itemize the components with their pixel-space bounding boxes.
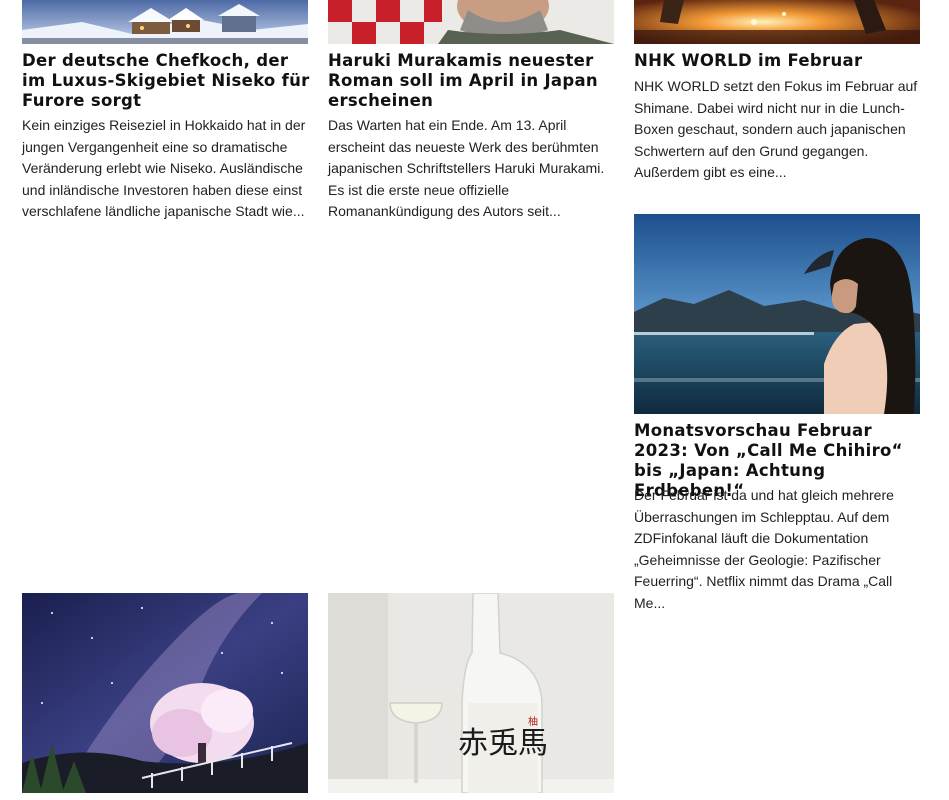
- article-title[interactable]: NHK WORLD im Februar: [634, 51, 924, 71]
- article-excerpt: Kein einziges Reiseziel in Hokkaido hat …: [22, 117, 306, 219]
- cherry-tree-milky-way-image: [22, 593, 308, 793]
- article-thumbnail[interactable]: 赤兎馬 柚: [328, 593, 614, 793]
- article-thumbnail[interactable]: [22, 0, 308, 44]
- article-thumbnail[interactable]: [634, 0, 920, 44]
- author-portrait-image: [328, 0, 614, 44]
- article-thumbnail[interactable]: [328, 0, 614, 44]
- article-thumbnail[interactable]: [634, 214, 920, 414]
- woman-by-sea-image: [634, 214, 920, 414]
- sake-label-text: 赤兎馬: [458, 726, 548, 761]
- article-excerpt: NHK WORLD setzt den Fokus im Februar auf…: [634, 78, 918, 180]
- sword-forging-image: [634, 0, 920, 44]
- snowy-village-image: [22, 0, 308, 44]
- sake-bottle-glass-image: 赤兎馬 柚: [328, 593, 614, 793]
- article-title[interactable]: Haruki Murakamis neuester Roman soll im …: [328, 51, 618, 111]
- article-excerpt: Der Februar ist da und hat gleich mehrer…: [634, 487, 894, 611]
- article-title[interactable]: Der deutsche Chefkoch, der im Luxus-Skig…: [22, 51, 312, 111]
- article-excerpt: Das Warten hat ein Ende. Am 13. April er…: [328, 117, 605, 219]
- svg-text:柚: 柚: [528, 715, 538, 728]
- article-thumbnail[interactable]: [22, 593, 308, 793]
